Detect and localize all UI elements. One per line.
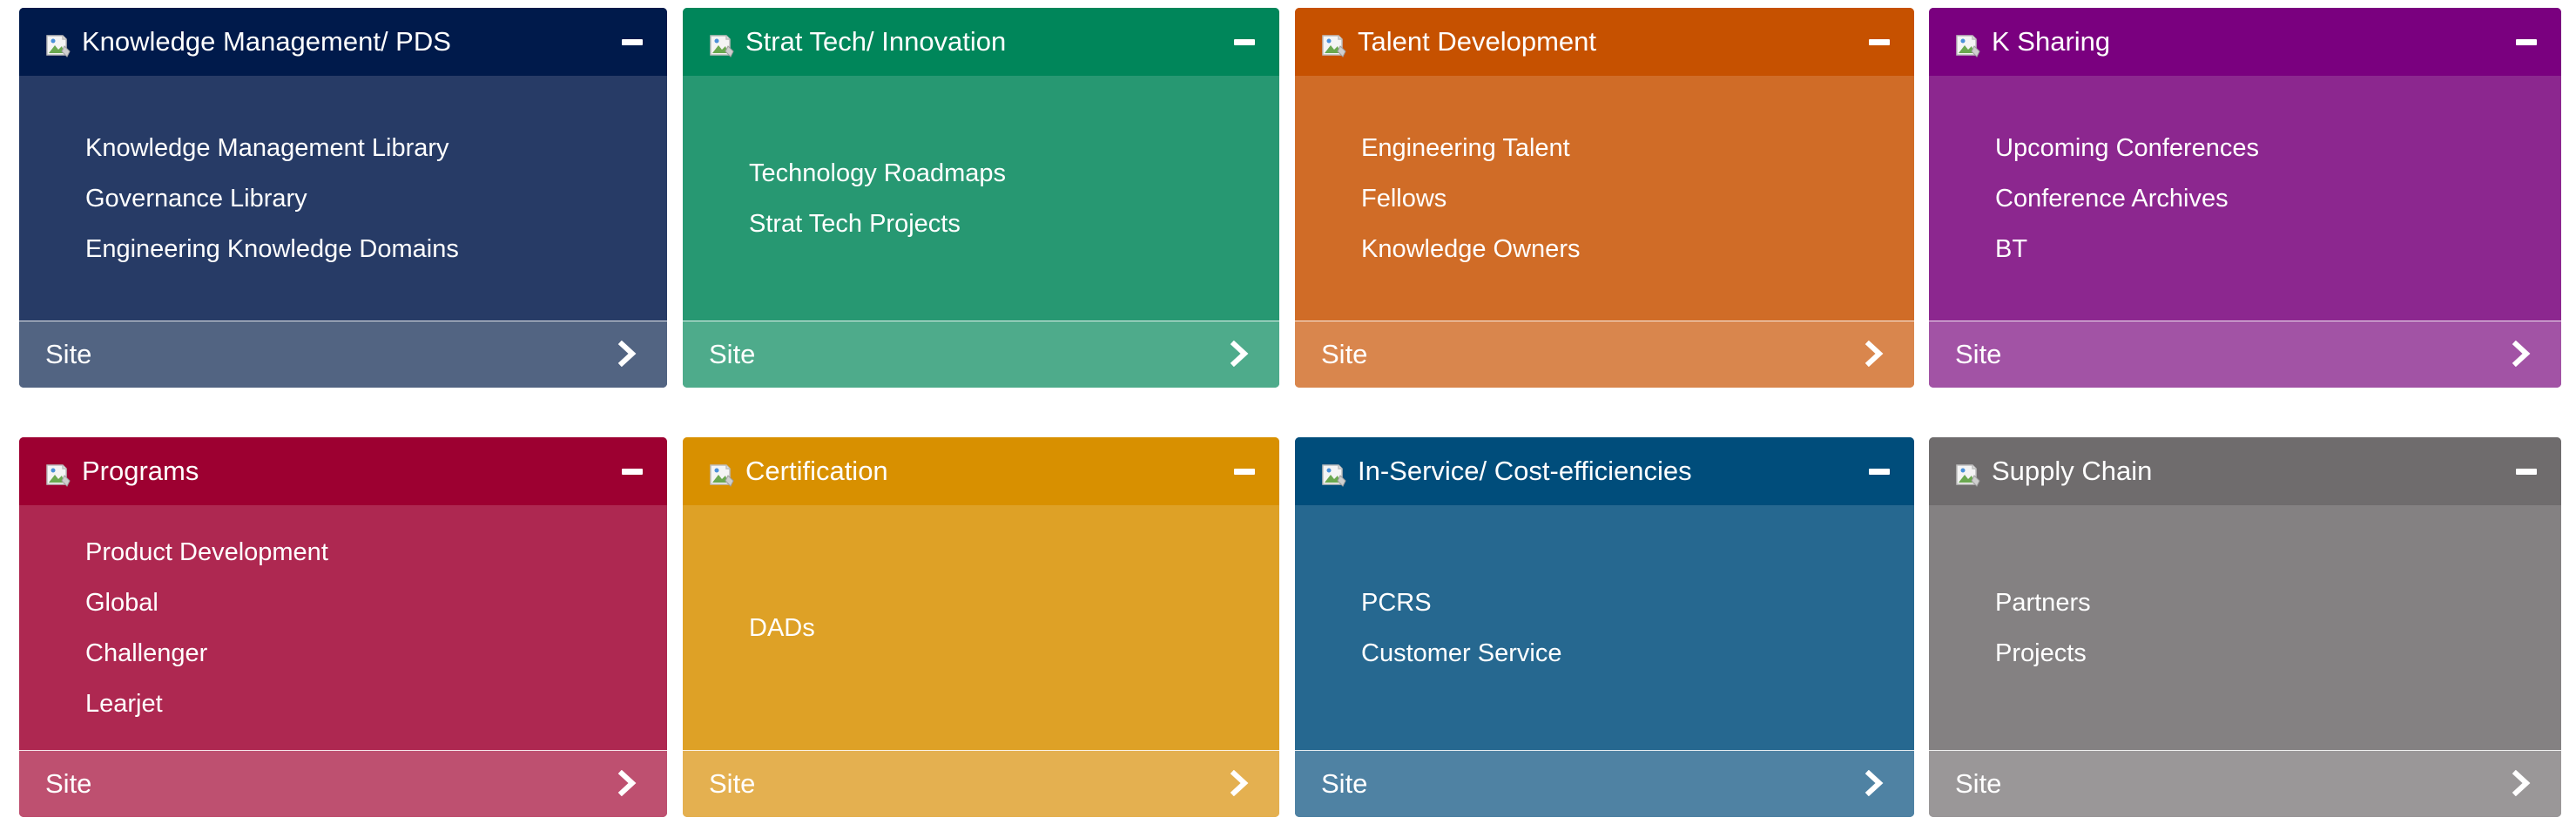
link-item[interactable]: Challenger xyxy=(19,628,667,679)
link-item[interactable]: BT xyxy=(1929,224,2561,274)
site-label: Site xyxy=(1321,768,1368,799)
tile-ksharing: K Sharing Upcoming Conferences Conference … xyxy=(1929,8,2561,388)
link-item[interactable]: Learjet xyxy=(19,679,667,729)
site-link[interactable]: Site xyxy=(1929,750,2561,817)
link-item[interactable]: Strat Tech Projects xyxy=(683,199,1279,249)
tile-link-list: Engineering Talent Fellows Knowledge Owner… xyxy=(1295,76,1914,321)
link-item[interactable]: Fellows xyxy=(1295,173,1914,224)
tile-header: Supply Chain xyxy=(1929,437,2561,505)
chevron-right-icon xyxy=(615,769,639,797)
tile-title: In-Service/ Cost-efficiencies xyxy=(1358,456,1692,486)
site-link[interactable]: Site xyxy=(19,750,667,817)
tile-title: K Sharing xyxy=(1992,26,2111,57)
link-item[interactable]: Partners xyxy=(1929,578,2561,628)
broken-image-icon xyxy=(709,462,735,488)
link-item[interactable]: Customer Service xyxy=(1295,628,1914,679)
tile-strat: Strat Tech/ Innovation Technology Roadmap… xyxy=(683,8,1279,388)
link-item[interactable]: Upcoming Conferences xyxy=(1929,123,2561,173)
minus-icon[interactable] xyxy=(1869,39,1890,45)
minus-icon[interactable] xyxy=(622,39,643,45)
site-label: Site xyxy=(45,339,92,369)
broken-image-icon xyxy=(45,32,71,58)
broken-image-icon xyxy=(709,32,735,58)
site-label: Site xyxy=(45,768,92,799)
chevron-right-icon xyxy=(1227,340,1251,368)
link-item[interactable]: Engineering Talent xyxy=(1295,123,1914,173)
site-link[interactable]: Site xyxy=(1929,321,2561,388)
chevron-right-icon xyxy=(615,340,639,368)
tile-km: Knowledge Management/ PDS Knowledge Manag… xyxy=(19,8,667,388)
link-item[interactable]: PCRS xyxy=(1295,578,1914,628)
broken-image-icon xyxy=(1955,32,1981,58)
tile-cert: Certification DADs Site xyxy=(683,437,1279,817)
tile-title: Certification xyxy=(745,456,888,486)
site-link[interactable]: Site xyxy=(683,750,1279,817)
link-item[interactable]: Product Development xyxy=(19,527,667,578)
tile-title: Strat Tech/ Innovation xyxy=(745,26,1007,57)
minus-icon[interactable] xyxy=(1234,469,1255,475)
minus-icon[interactable] xyxy=(2516,39,2537,45)
tile-link-list: Partners Projects xyxy=(1929,505,2561,750)
chevron-right-icon xyxy=(2509,340,2533,368)
tile-link-list: Knowledge Management Library Governance L… xyxy=(19,76,667,321)
link-item[interactable]: Projects xyxy=(1929,628,2561,679)
tile-title: Programs xyxy=(82,456,199,486)
tile-header: Certification xyxy=(683,437,1279,505)
link-item[interactable]: Engineering Knowledge Domains xyxy=(19,224,667,274)
site-label: Site xyxy=(1955,768,2002,799)
link-item[interactable]: Technology Roadmaps xyxy=(683,148,1279,199)
tile-link-list: PCRS Customer Service xyxy=(1295,505,1914,750)
broken-image-icon xyxy=(45,462,71,488)
tile-programs: Programs Product Development Global Challen… xyxy=(19,437,667,817)
tile-title: Knowledge Management/ PDS xyxy=(82,26,451,57)
tile-link-list: Technology Roadmaps Strat Tech Projects xyxy=(683,76,1279,321)
tile-link-list: Product Development Global Challenger Learj… xyxy=(19,505,667,750)
tile-header: In-Service/ Cost-efficiencies xyxy=(1295,437,1914,505)
site-label: Site xyxy=(1955,339,2002,369)
site-link[interactable]: Site xyxy=(683,321,1279,388)
site-label: Site xyxy=(1321,339,1368,369)
minus-icon[interactable] xyxy=(1869,469,1890,475)
site-label: Site xyxy=(709,339,756,369)
site-link[interactable]: Site xyxy=(1295,750,1914,817)
tile-talent: Talent Development Engineering Talent Fell… xyxy=(1295,8,1914,388)
tile-title: Supply Chain xyxy=(1992,456,2153,486)
broken-image-icon xyxy=(1321,32,1347,58)
tile-supply: Supply Chain Partners Projects Site xyxy=(1929,437,2561,817)
minus-icon[interactable] xyxy=(2516,469,2537,475)
minus-icon[interactable] xyxy=(622,469,643,475)
tile-link-list: Upcoming Conferences Conference Archives B… xyxy=(1929,76,2561,321)
link-item[interactable]: Governance Library xyxy=(19,173,667,224)
tile-header: Strat Tech/ Innovation xyxy=(683,8,1279,76)
chevron-right-icon xyxy=(1862,340,1886,368)
tile-header: Talent Development xyxy=(1295,8,1914,76)
site-label: Site xyxy=(709,768,756,799)
tile-header: Programs xyxy=(19,437,667,505)
tile-header: K Sharing xyxy=(1929,8,2561,76)
broken-image-icon xyxy=(1321,462,1347,488)
broken-image-icon xyxy=(1955,462,1981,488)
link-item[interactable]: Global xyxy=(19,578,667,628)
chevron-right-icon xyxy=(1862,769,1886,797)
minus-icon[interactable] xyxy=(1234,39,1255,45)
site-link[interactable]: Site xyxy=(19,321,667,388)
tile-link-list: DADs xyxy=(683,505,1279,750)
site-link[interactable]: Site xyxy=(1295,321,1914,388)
link-item[interactable]: Knowledge Owners xyxy=(1295,224,1914,274)
tile-header: Knowledge Management/ PDS xyxy=(19,8,667,76)
link-item[interactable]: DADs xyxy=(683,603,1279,653)
chevron-right-icon xyxy=(1227,769,1251,797)
tile-title: Talent Development xyxy=(1358,26,1596,57)
tile-inservice: In-Service/ Cost-efficiencies PCRS Custome… xyxy=(1295,437,1914,817)
link-item[interactable]: Knowledge Management Library xyxy=(19,123,667,173)
link-item[interactable]: Conference Archives xyxy=(1929,173,2561,224)
chevron-right-icon xyxy=(2509,769,2533,797)
